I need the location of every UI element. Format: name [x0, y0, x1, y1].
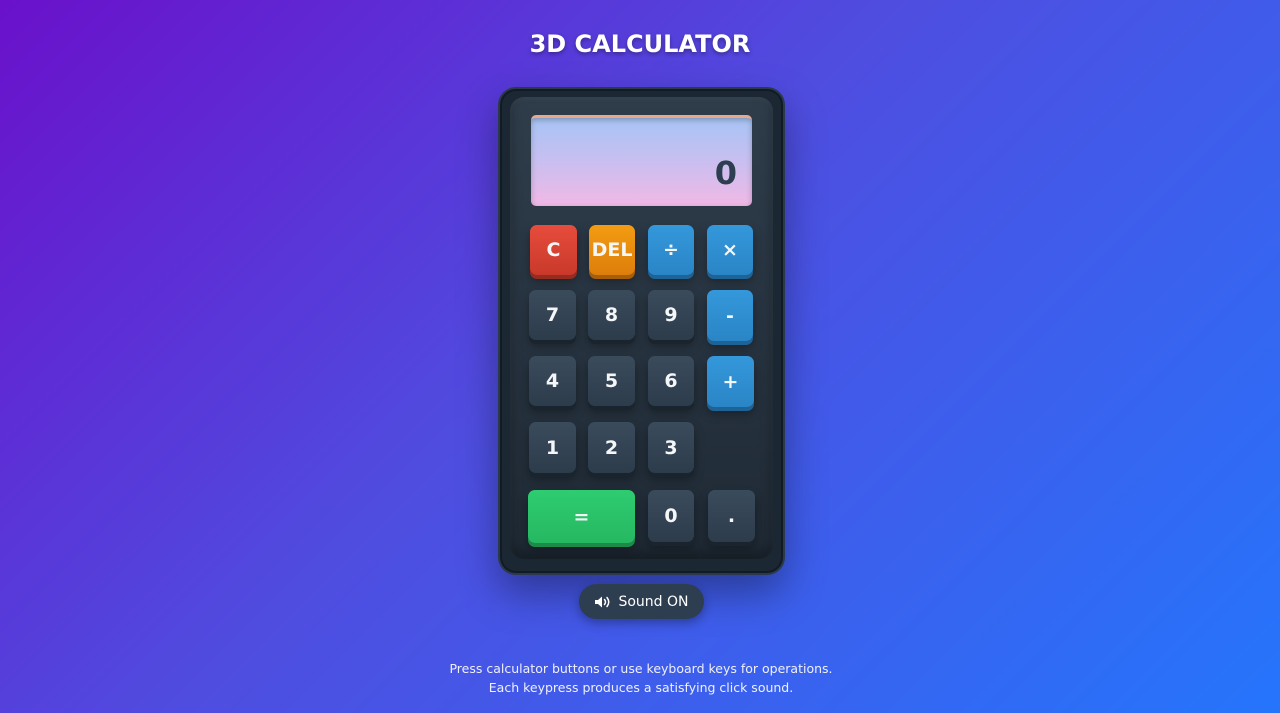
sound-toggle-label: Sound ON [618, 593, 689, 610]
key-1-button[interactable]: 1 [529, 422, 576, 473]
clear-button[interactable]: C [530, 225, 577, 275]
key-7-button[interactable]: 7 [529, 290, 576, 340]
key-4-button[interactable]: 4 [529, 356, 576, 406]
multiply-button[interactable]: × [707, 225, 753, 275]
calculator-display: 0 [531, 115, 752, 206]
sound-toggle-button[interactable]: Sound ON [579, 584, 704, 619]
key-9-button[interactable]: 9 [648, 290, 694, 340]
divide-button[interactable]: ÷ [648, 225, 694, 275]
key-6-button[interactable]: 6 [648, 356, 694, 406]
key-3-button[interactable]: 3 [648, 422, 694, 473]
instructions-text: Press calculator buttons or use keyboard… [449, 661, 833, 695]
display-value: 0 [714, 154, 737, 192]
key-5-button[interactable]: 5 [588, 356, 635, 406]
delete-button[interactable]: DEL [589, 225, 635, 275]
page-title: 3D CALCULATOR [529, 30, 751, 58]
plus-button[interactable]: + [707, 356, 754, 407]
minus-button[interactable]: - [707, 290, 753, 341]
equals-button[interactable]: = [528, 490, 635, 543]
speaker-icon [594, 595, 612, 609]
key-8-button[interactable]: 8 [588, 290, 635, 340]
key-2-button[interactable]: 2 [588, 422, 635, 473]
decimal-button[interactable]: . [708, 490, 755, 542]
key-0-button[interactable]: 0 [648, 490, 694, 542]
